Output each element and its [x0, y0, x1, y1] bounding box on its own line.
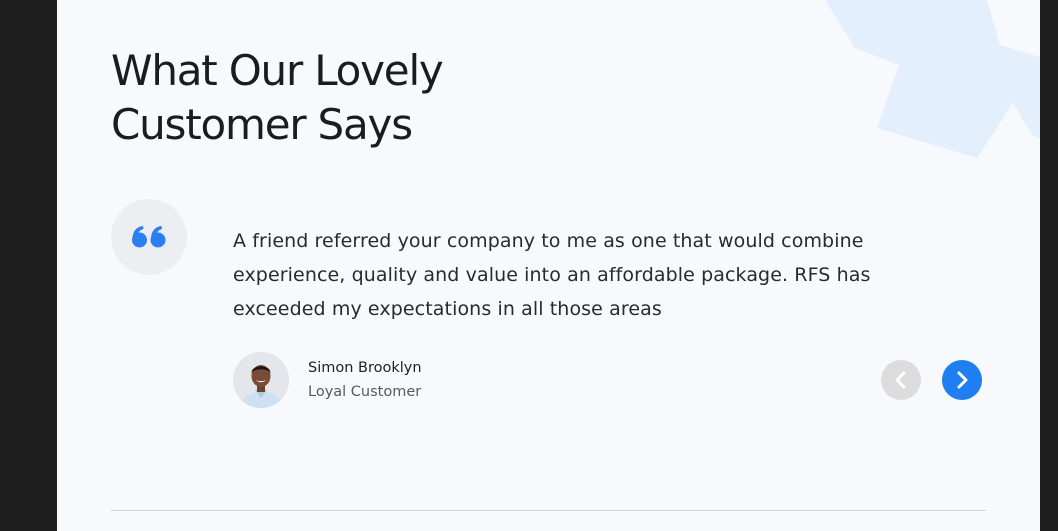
quote-icon: [132, 226, 166, 248]
author-meta: Simon Brooklyn Loyal Customer: [308, 356, 422, 404]
previous-testimonial-button[interactable]: [881, 360, 921, 400]
section-title-line-1: What Our Lovely: [111, 46, 444, 95]
decorative-burst-shape: [825, 0, 1040, 158]
section-divider: [111, 510, 986, 511]
chevron-left-icon: [895, 371, 906, 389]
testimonial-section: What Our Lovely Customer Says A friend r…: [57, 0, 1040, 531]
author-name: Simon Brooklyn: [308, 360, 422, 376]
testimonial-quote: A friend referred your company to me as …: [233, 230, 871, 320]
testimonial-author: Simon Brooklyn Loyal Customer: [233, 352, 422, 408]
author-role: Loyal Customer: [308, 384, 422, 400]
quote-badge: [111, 199, 187, 275]
section-title: What Our Lovely Customer Says: [111, 44, 631, 152]
avatar: [233, 352, 289, 408]
page-frame: What Our Lovely Customer Says A friend r…: [0, 0, 1058, 531]
avatar-portrait: [233, 352, 289, 408]
section-title-line-2: Customer Says: [111, 100, 413, 149]
chevron-right-icon: [957, 371, 968, 389]
next-testimonial-button[interactable]: [942, 360, 982, 400]
